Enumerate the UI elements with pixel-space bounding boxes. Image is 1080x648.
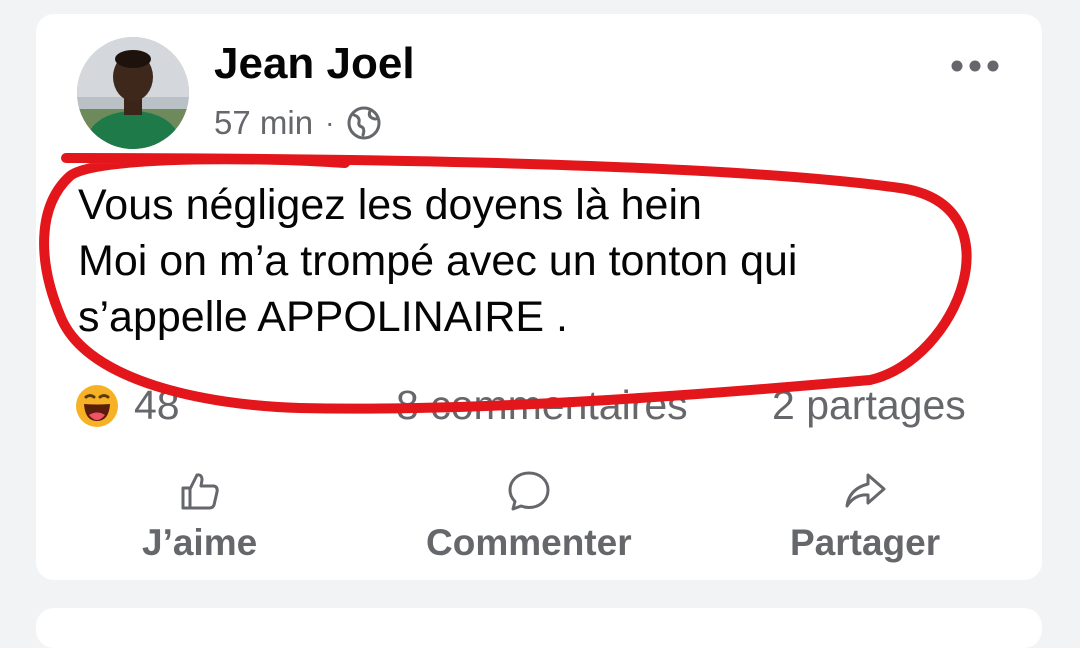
share-button[interactable]: Partager [790,468,940,564]
comment-label: Commenter [426,522,632,563]
avatar[interactable] [77,37,189,149]
comment-count[interactable]: 8 commentaires [396,382,688,429]
avatar-photo [77,37,189,149]
share-arrow-icon [845,473,886,508]
thumbs-up-icon [181,473,219,510]
next-post-card [36,608,1042,648]
comment-bubble-icon [508,471,550,511]
post-text: Vous négligez les doyens là hein Moi on m… [78,177,797,345]
post-text-line: Vous négligez les doyens là hein [78,181,702,229]
post-meta: 57 min · [214,103,382,143]
meta-separator: · [325,107,335,138]
reaction-count[interactable]: 48 [134,382,180,429]
like-label: J’aime [142,522,258,563]
globe-icon [347,106,381,140]
post-text-line: Moi on m’a trompé avec un tonton qui [78,237,798,285]
share-label: Partager [790,522,941,563]
post-text-line: s’appelle APPOLINAIRE . [78,293,568,341]
share-count[interactable]: 2 partages [772,382,966,429]
more-horizontal-icon[interactable] [945,52,1005,80]
comment-button[interactable]: Commenter [426,468,632,564]
like-button[interactable]: J’aime [142,468,257,564]
post-stats: 48 8 commentaires 2 partages [74,378,1014,432]
author-name[interactable]: Jean Joel [214,42,415,86]
post-time[interactable]: 57 min [214,104,313,142]
haha-reaction-icon[interactable] [74,383,120,429]
